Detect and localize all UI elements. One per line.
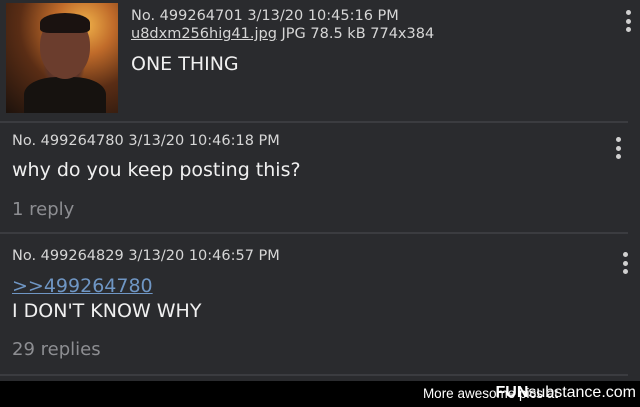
brand-tld: .com: [601, 384, 636, 401]
post-divider: [0, 374, 628, 376]
post-text: I DON'T KNOW WHY: [12, 300, 202, 322]
more-vertical-icon[interactable]: [620, 252, 630, 278]
watermark-brand-logo: FUNsubstance.com: [496, 384, 637, 402]
post-499264829: No. 499264829 3/13/20 10:46:57 PM >>4992…: [0, 234, 640, 374]
post-499264780: No. 499264780 3/13/20 10:46:18 PM why do…: [0, 123, 640, 233]
post-file-name-link[interactable]: u8dxm256hig41.jpg: [131, 26, 277, 42]
more-vertical-icon[interactable]: [623, 10, 633, 36]
post-meta: No. 499264701 3/13/20 10:45:16 PM: [131, 8, 399, 24]
post-text: why do you keep posting this?: [12, 159, 301, 181]
post-file-info: u8dxm256hig41.jpg JPG 78.5 kB 774x384: [131, 26, 434, 42]
post-499264701: No. 499264701 3/13/20 10:45:16 PM u8dxm2…: [0, 0, 640, 120]
brand-suffix: substance: [528, 384, 602, 401]
watermark-footer: More awesome pics at FUNsubstance.com: [0, 381, 640, 407]
reply-count-link[interactable]: 29 replies: [12, 339, 101, 360]
thumbnail-body-shape: [24, 77, 106, 113]
quote-link[interactable]: >>499264780: [12, 275, 153, 297]
more-vertical-icon[interactable]: [613, 137, 623, 163]
reply-count-link[interactable]: 1 reply: [12, 199, 74, 220]
post-meta: No. 499264829 3/13/20 10:46:57 PM: [12, 248, 280, 264]
thumbnail-hair-shape: [40, 13, 90, 33]
post-text: ONE THING: [131, 53, 239, 75]
brand-prefix: FUN: [495, 384, 529, 401]
post-file-details: JPG 78.5 kB 774x384: [281, 26, 435, 42]
post-thumbnail-image[interactable]: [6, 3, 118, 113]
post-meta: No. 499264780 3/13/20 10:46:18 PM: [12, 133, 280, 149]
